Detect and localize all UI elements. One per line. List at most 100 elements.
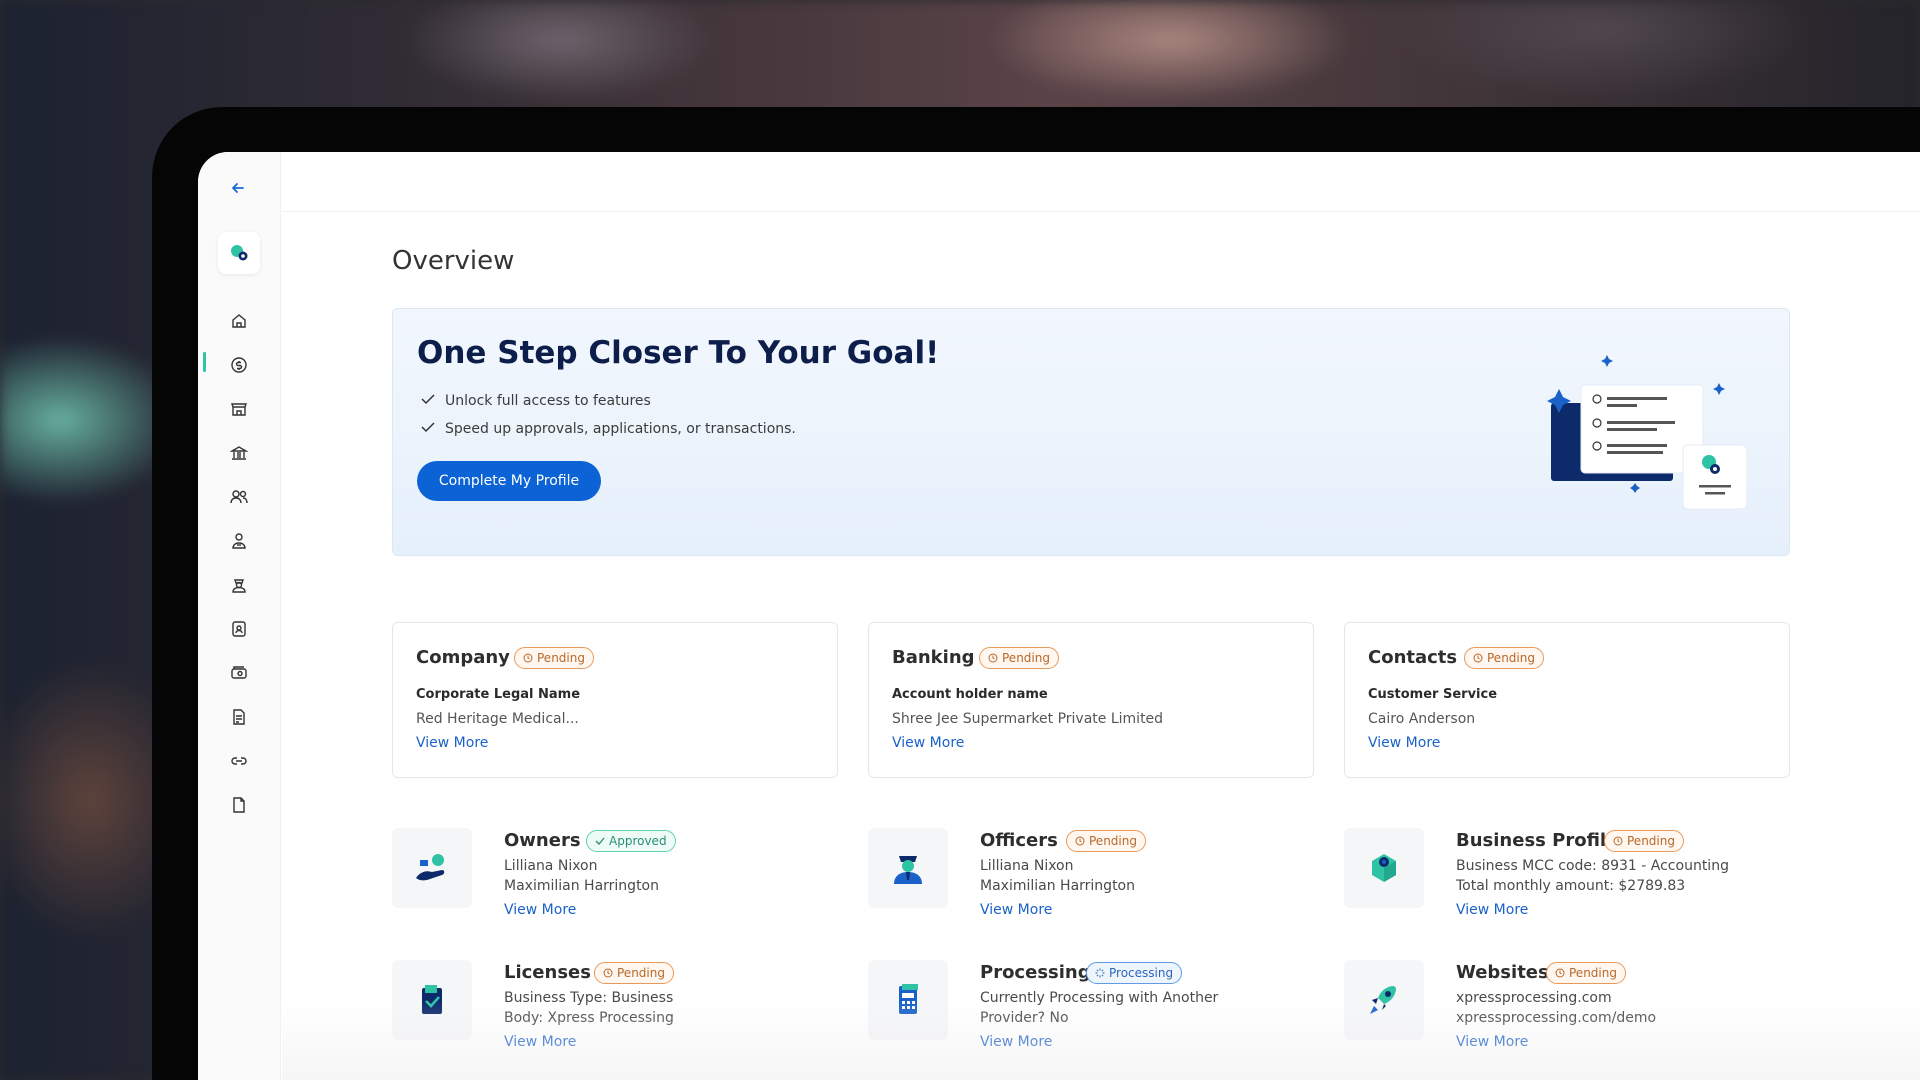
status-badge-label: Pending — [1002, 651, 1050, 665]
section-line: Maximilian Harrington — [980, 878, 1135, 894]
licenses-section: Licenses Pending Business Type: Business… — [392, 960, 838, 1070]
section-line: Business Type: Business — [504, 990, 674, 1006]
section-line: Body: Xpress Processing — [504, 1010, 674, 1026]
section-title: Officers — [980, 830, 1058, 851]
company-card: Company Pending Corporate Legal Name Red… — [392, 622, 838, 778]
nav-processing-icon[interactable] — [225, 659, 253, 687]
section-line: Currently Processing with Another — [980, 990, 1219, 1006]
status-badge-label: Pending — [537, 651, 585, 665]
check-icon — [421, 393, 435, 409]
banner-check-item: Speed up approvals, applications, or tra… — [421, 421, 796, 437]
clock-icon — [1613, 836, 1623, 846]
status-badge-label: Processing — [1109, 966, 1174, 980]
banking-card: Banking Pending Account holder name Shre… — [868, 622, 1314, 778]
section-title: Licenses — [504, 962, 591, 983]
view-more-link[interactable]: View More — [1456, 1034, 1528, 1050]
app-logo[interactable] — [218, 232, 260, 274]
banner-title: One Step Closer To Your Goal! — [417, 335, 940, 371]
section-line: Total monthly amount: $2789.83 — [1456, 878, 1686, 894]
status-badge: Pending — [594, 962, 674, 984]
card-title: Company — [416, 647, 510, 668]
banner-check-item: Unlock full access to features — [421, 393, 651, 409]
view-more-link[interactable]: View More — [980, 1034, 1052, 1050]
status-badge: Pending — [1464, 647, 1544, 669]
nav-officer-icon[interactable] — [225, 571, 253, 599]
owners-section: Owners Approved Lilliana Nixon Maximilia… — [392, 828, 838, 938]
nav-link-icon[interactable] — [225, 747, 253, 775]
nav-users-icon[interactable] — [225, 483, 253, 511]
rocket-icon — [1344, 960, 1424, 1040]
nav-id-card-icon[interactable] — [225, 615, 253, 643]
view-more-link[interactable]: View More — [416, 735, 488, 751]
section-line: xpressprocessing.com — [1456, 990, 1612, 1006]
page-title: Overview — [392, 246, 515, 276]
profile-illustration — [1529, 345, 1749, 515]
section-line: Maximilian Harrington — [504, 878, 659, 894]
app-screen: Overview One Step Closer To Your Goal! U… — [198, 152, 1920, 1080]
section-line: Lilliana Nixon — [980, 858, 1074, 874]
clock-icon — [1473, 653, 1483, 663]
status-badge-label: Approved — [609, 834, 667, 848]
clock-icon — [988, 653, 998, 663]
status-badge-label: Pending — [1089, 834, 1137, 848]
main-content: Overview One Step Closer To Your Goal! U… — [282, 212, 1920, 1080]
card-field-value: Red Heritage Medical... — [416, 711, 579, 727]
nav-license-icon[interactable] — [225, 703, 253, 731]
clock-icon — [603, 968, 613, 978]
status-badge: Approved — [586, 830, 676, 852]
view-more-link[interactable]: View More — [1368, 735, 1440, 751]
card-field-label: Corporate Legal Name — [416, 687, 581, 702]
card-title: Banking — [892, 647, 975, 668]
card-field-value: Shree Jee Supermarket Private Limited — [892, 711, 1164, 727]
nav-bank-icon[interactable] — [225, 439, 253, 467]
view-more-link[interactable]: View More — [1456, 902, 1528, 918]
nav-store-icon[interactable] — [225, 395, 253, 423]
contacts-card: Contacts Pending Customer Service Cairo … — [1344, 622, 1790, 778]
card-title: Contacts — [1368, 647, 1458, 668]
business-profile-icon — [1344, 828, 1424, 908]
status-badge: Pending — [1546, 962, 1626, 984]
nav-dollar-icon[interactable] — [225, 351, 253, 379]
status-badge-label: Pending — [617, 966, 665, 980]
top-bar — [282, 152, 1920, 212]
status-badge: Processing — [1086, 962, 1183, 984]
status-badge-label: Pending — [1627, 834, 1675, 848]
card-field-label: Customer Service — [1368, 687, 1498, 702]
status-badge: Pending — [979, 647, 1059, 669]
license-icon — [392, 960, 472, 1040]
section-line: Provider? No — [980, 1010, 1069, 1026]
card-field-value: Cairo Anderson — [1368, 711, 1476, 727]
status-badge: Pending — [1066, 830, 1146, 852]
nav-owner-icon[interactable] — [225, 527, 253, 555]
status-badge-label: Pending — [1569, 966, 1617, 980]
owners-icon — [392, 828, 472, 908]
section-line: Business MCC code: 8931 - Accounting — [1456, 858, 1729, 874]
section-line: xpressprocessing.com/demo — [1456, 1010, 1657, 1026]
processing-section: Processing Processing Currently Processi… — [868, 960, 1314, 1070]
clock-icon — [1075, 836, 1085, 846]
nav-document-icon[interactable] — [225, 791, 253, 819]
complete-profile-button[interactable]: Complete My Profile — [417, 461, 601, 501]
officers-section: Officers Pending Lilliana Nixon Maximili… — [868, 828, 1314, 938]
view-more-link[interactable]: View More — [504, 902, 576, 918]
check-icon — [421, 421, 435, 437]
section-title: Owners — [504, 830, 581, 851]
view-more-link[interactable]: View More — [504, 1034, 576, 1050]
back-arrow-icon[interactable] — [228, 180, 248, 200]
check-icon — [595, 837, 605, 845]
officer-icon — [868, 828, 948, 908]
spinner-icon — [1095, 968, 1105, 978]
card-field-label: Account holder name — [892, 687, 1048, 702]
status-badge-label: Pending — [1487, 651, 1535, 665]
section-title: Websites — [1456, 962, 1549, 983]
status-badge: Pending — [1604, 830, 1684, 852]
banner-check-text: Speed up approvals, applications, or tra… — [445, 421, 796, 437]
business-profile-section: Business Profile Pending Business MCC co… — [1344, 828, 1790, 938]
view-more-link[interactable]: View More — [980, 902, 1052, 918]
section-line: Lilliana Nixon — [504, 858, 598, 874]
nav-home-icon[interactable] — [225, 307, 253, 335]
view-more-link[interactable]: View More — [892, 735, 964, 751]
websites-section: Websites Pending xpressprocessing.com xp… — [1344, 960, 1790, 1070]
processing-icon — [868, 960, 948, 1040]
profile-banner: One Step Closer To Your Goal! Unlock ful… — [392, 308, 1790, 556]
